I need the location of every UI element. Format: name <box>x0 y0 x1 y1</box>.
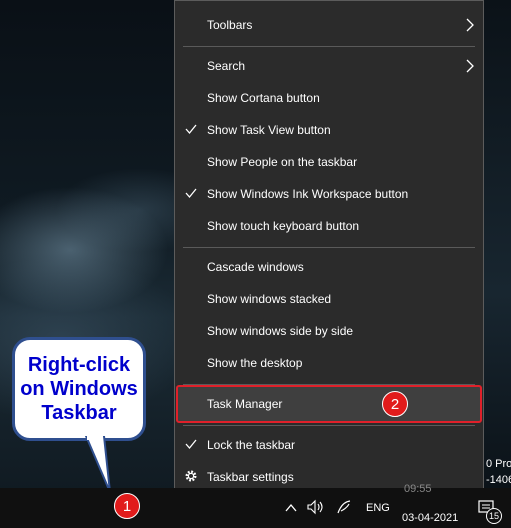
menu-item-search[interactable]: Search <box>175 50 483 82</box>
menu-item-label: Show People on the taskbar <box>207 155 358 169</box>
menu-item-show-people[interactable]: Show People on the taskbar <box>175 146 483 178</box>
clock-date[interactable]: 03-04-2021 <box>402 512 458 524</box>
menu-item-label: Show windows side by side <box>207 324 354 338</box>
menu-item-show-windows-side-by-side[interactable]: Show windows side by side <box>175 315 483 347</box>
menu-item-label: Show touch keyboard button <box>207 219 360 233</box>
menu-item-show-cortana-button[interactable]: Show Cortana button <box>175 82 483 114</box>
menu-item-cascade-windows[interactable]: Cascade windows <box>175 251 483 283</box>
checkmark-icon <box>184 186 198 203</box>
menu-item-label: Cascade windows <box>207 260 304 274</box>
menu-item-show-the-desktop[interactable]: Show the desktop <box>175 347 483 379</box>
menu-item-label: Show Task View button <box>207 123 331 137</box>
chevron-right-icon <box>465 58 475 77</box>
background-window-text: 0 Pro -1406 <box>486 456 511 488</box>
checkmark-icon <box>184 122 198 139</box>
background-text-line: -1406 <box>486 474 511 486</box>
menu-item-label: Show windows stacked <box>207 292 332 306</box>
menu-separator <box>183 384 475 385</box>
menu-item-label: Show Cortana button <box>207 91 320 105</box>
callout-line: Taskbar <box>41 402 117 424</box>
taskbar-context-menu: Toolbars Search Show Cortana button Show… <box>174 0 484 494</box>
speaker-icon[interactable] <box>306 499 326 520</box>
menu-item-task-manager[interactable]: Task Manager <box>175 388 483 420</box>
windows-taskbar[interactable]: ENG 09:55 03-04-2021 15 <box>0 483 511 528</box>
chevron-right-icon <box>465 17 475 36</box>
callout-pointer <box>84 436 111 493</box>
desktop-wallpaper-right <box>484 0 511 488</box>
menu-item-lock-the-taskbar[interactable]: Lock the taskbar <box>175 429 483 461</box>
menu-item-show-windows-stacked[interactable]: Show windows stacked <box>175 283 483 315</box>
instruction-callout: Right-click on Windows Taskbar <box>12 337 146 441</box>
step-badge-1: 1 <box>114 493 140 519</box>
menu-item-label: Toolbars <box>207 18 253 32</box>
gear-icon <box>184 469 198 486</box>
menu-item-label: Lock the taskbar <box>207 438 296 452</box>
clock-time[interactable]: 09:55 <box>404 483 432 495</box>
pen-icon[interactable] <box>335 498 353 521</box>
menu-separator <box>183 425 475 426</box>
menu-item-label: Taskbar settings <box>207 470 294 484</box>
menu-item-show-touch-keyboard[interactable]: Show touch keyboard button <box>175 210 483 242</box>
background-text-line: 0 Pro <box>486 458 511 470</box>
menu-item-label: Task Manager <box>207 397 283 411</box>
menu-item-label: Show the desktop <box>207 356 303 370</box>
menu-item-toolbars[interactable]: Toolbars <box>175 9 483 41</box>
language-indicator[interactable]: ENG <box>366 502 390 514</box>
step-badge-2: 2 <box>382 391 408 417</box>
menu-item-show-windows-ink[interactable]: Show Windows Ink Workspace button <box>175 178 483 210</box>
menu-separator <box>183 247 475 248</box>
menu-item-label: Search <box>207 59 246 73</box>
checkmark-icon <box>184 437 198 454</box>
notification-count-badge: 15 <box>486 508 502 524</box>
callout-line: Right-click <box>27 354 131 376</box>
chevron-up-icon[interactable] <box>284 501 298 519</box>
menu-separator <box>183 46 475 47</box>
callout-line: on Windows <box>20 378 138 400</box>
menu-item-label: Show Windows Ink Workspace button <box>207 187 409 201</box>
menu-item-show-task-view-button[interactable]: Show Task View button <box>175 114 483 146</box>
